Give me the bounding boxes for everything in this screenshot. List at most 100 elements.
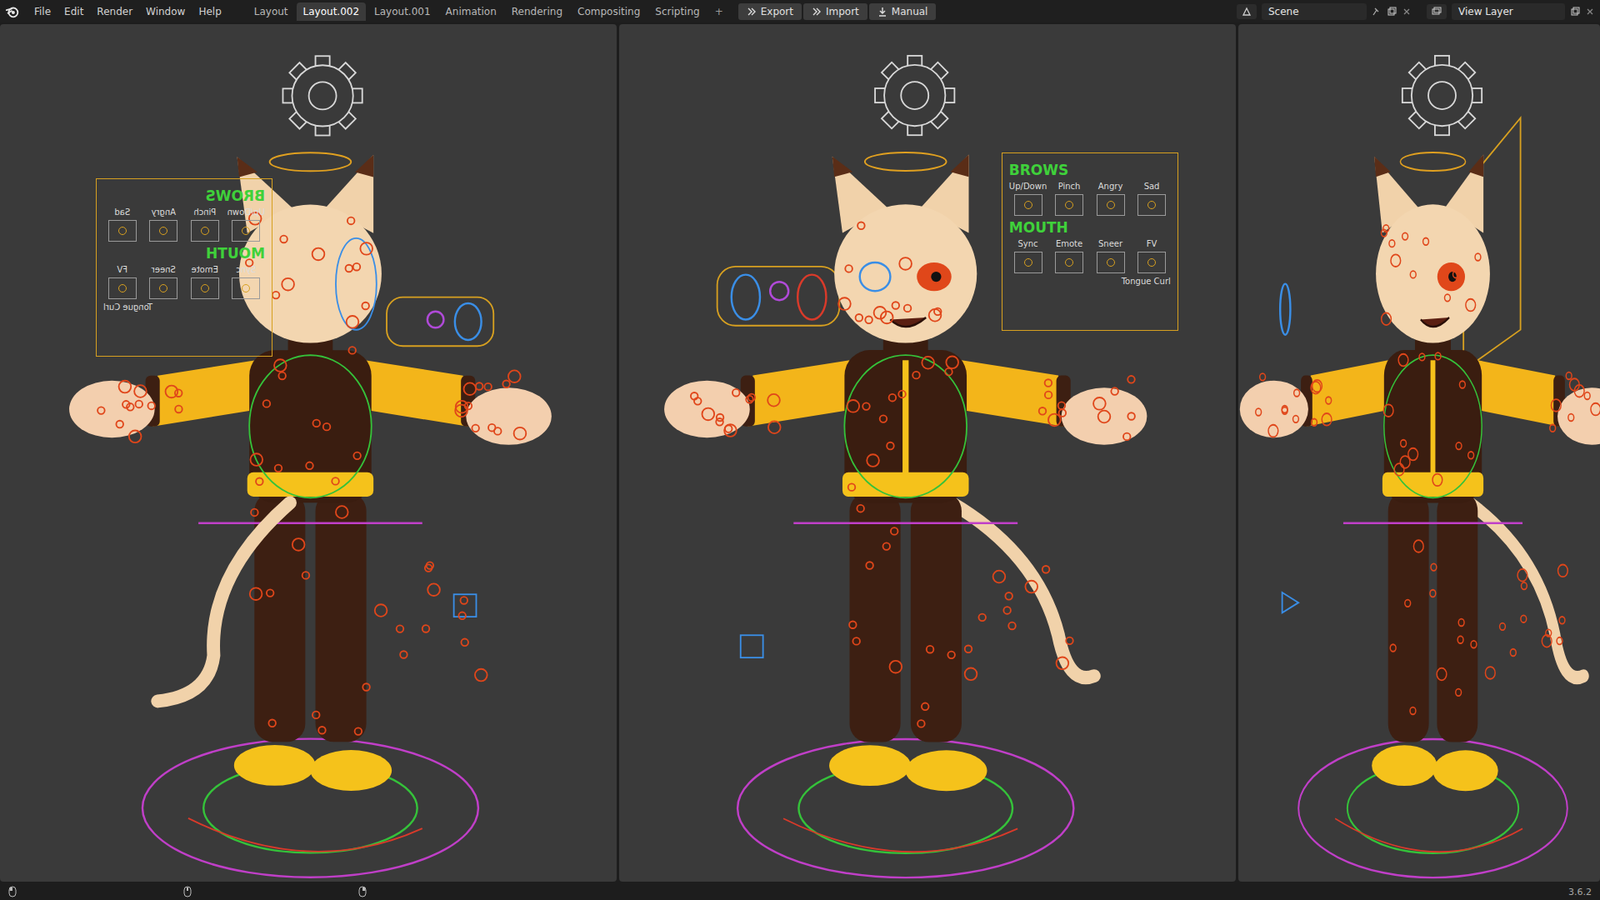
face-control[interactable]: Sad (103, 207, 142, 242)
bone-control[interactable] (1465, 299, 1476, 312)
menu-item[interactable]: Render (90, 3, 139, 20)
bone-control[interactable] (346, 315, 360, 329)
bone-control[interactable] (1281, 407, 1288, 415)
bone-control[interactable] (281, 278, 295, 291)
bone-control[interactable] (1383, 225, 1390, 233)
bone-control[interactable] (921, 703, 930, 711)
bone-control[interactable] (1025, 580, 1038, 594)
bone-control[interactable] (1045, 379, 1053, 387)
bone-control[interactable] (1039, 407, 1047, 415)
bone-control[interactable] (1008, 622, 1016, 630)
bone-control[interactable] (475, 382, 484, 390)
control-slot[interactable] (149, 220, 178, 242)
bone-control[interactable] (1312, 380, 1323, 393)
bone-control[interactable] (1042, 565, 1050, 574)
eye-control-panel[interactable] (717, 266, 840, 326)
bone-control[interactable] (724, 424, 737, 437)
bone-control[interactable] (361, 302, 370, 310)
bone-control[interactable] (1455, 689, 1462, 697)
face-control[interactable]: FV (1132, 239, 1171, 274)
root-control[interactable] (142, 739, 479, 878)
blender-logo-icon[interactable] (5, 4, 20, 20)
bone-control[interactable] (892, 301, 900, 310)
bone-control[interactable] (1410, 707, 1416, 715)
bone-control[interactable] (1003, 606, 1011, 615)
control-slot[interactable] (1014, 194, 1043, 216)
bone-control[interactable] (965, 645, 973, 654)
pin-icon[interactable] (1371, 6, 1382, 17)
bone-control[interactable] (1550, 399, 1561, 412)
character[interactable] (1240, 152, 1600, 878)
view-layer-icon[interactable] (1426, 4, 1447, 20)
bone-control[interactable] (1398, 354, 1409, 367)
bone-control[interactable] (1468, 451, 1475, 460)
eye-control-panel[interactable] (386, 297, 494, 347)
bone-control[interactable] (855, 314, 864, 322)
bone-control[interactable] (849, 620, 857, 629)
bone-control[interactable] (312, 711, 320, 720)
root-control[interactable] (1298, 739, 1568, 878)
bone-control[interactable] (400, 650, 408, 659)
bone-control[interactable] (1419, 353, 1425, 361)
face-control-panel[interactable]: BROWS Up/Down Pinch Angry Sad MOUTH Sync… (95, 178, 273, 357)
view-layer-field[interactable]: View Layer (1451, 3, 1565, 20)
bone-control[interactable] (272, 291, 280, 300)
bone-control[interactable] (1475, 253, 1481, 261)
bone-control[interactable] (422, 625, 430, 633)
addon-button[interactable]: Manual (869, 3, 937, 20)
bone-control[interactable] (135, 400, 143, 409)
bone-control[interactable] (1436, 668, 1447, 681)
3d-viewport[interactable] (1238, 24, 1600, 882)
face-control[interactable]: Angry (144, 207, 183, 242)
control-slot[interactable] (1137, 251, 1166, 274)
bone-control[interactable] (464, 382, 477, 395)
close-icon[interactable] (1401, 6, 1412, 17)
control-slot[interactable] (190, 277, 219, 300)
bone-control[interactable] (899, 257, 912, 270)
bone-control[interactable] (1410, 270, 1416, 279)
face-control[interactable]: Sync (1009, 239, 1048, 274)
bone-control[interactable] (1402, 232, 1409, 240)
addon-button[interactable]: Export (738, 3, 802, 20)
camera-target[interactable] (740, 635, 764, 658)
bone-control[interactable] (427, 583, 440, 596)
bone-control[interactable] (1520, 615, 1527, 623)
bone-control[interactable] (886, 442, 895, 450)
face-control[interactable]: Up/Down (1009, 181, 1048, 216)
close-icon[interactable] (1585, 6, 1595, 17)
bone-control[interactable] (460, 596, 468, 605)
bone-control[interactable] (1541, 635, 1552, 648)
bone-control[interactable] (119, 380, 132, 394)
bone-control[interactable] (1435, 352, 1441, 360)
face-control[interactable]: Emote (1050, 239, 1089, 274)
workspace-tab[interactable]: Layout (247, 2, 295, 21)
bone-control[interactable] (362, 683, 370, 691)
bone-control[interactable] (1457, 635, 1464, 644)
scene-icon[interactable] (1236, 4, 1257, 20)
control-slot[interactable] (1137, 194, 1166, 216)
bone-control[interactable] (175, 405, 183, 414)
character[interactable] (69, 152, 552, 877)
bone-control[interactable] (1127, 375, 1135, 384)
bone-control[interactable] (701, 408, 715, 421)
bone-control[interactable] (1510, 649, 1516, 657)
control-slot[interactable] (1055, 194, 1084, 216)
face-control[interactable]: Pinch (1050, 181, 1089, 216)
face-control[interactable]: Emote (185, 265, 225, 300)
bone-control[interactable] (856, 505, 865, 513)
bone-control[interactable] (1321, 413, 1332, 426)
menu-item[interactable]: File (28, 3, 57, 20)
bone-control[interactable] (1293, 415, 1300, 424)
bone-control[interactable] (904, 305, 912, 313)
bone-control[interactable] (1065, 637, 1074, 645)
bone-control[interactable] (1390, 644, 1396, 652)
face-control[interactable]: Sad (1132, 181, 1171, 216)
bone-control[interactable] (965, 667, 978, 680)
bone-control[interactable] (348, 346, 356, 355)
bone-control[interactable] (250, 509, 259, 517)
bone-control[interactable] (1268, 425, 1279, 438)
menu-item[interactable]: Help (192, 3, 227, 20)
bone-control[interactable] (889, 660, 902, 674)
bone-control[interactable] (268, 719, 276, 727)
bone-control[interactable] (846, 400, 860, 413)
